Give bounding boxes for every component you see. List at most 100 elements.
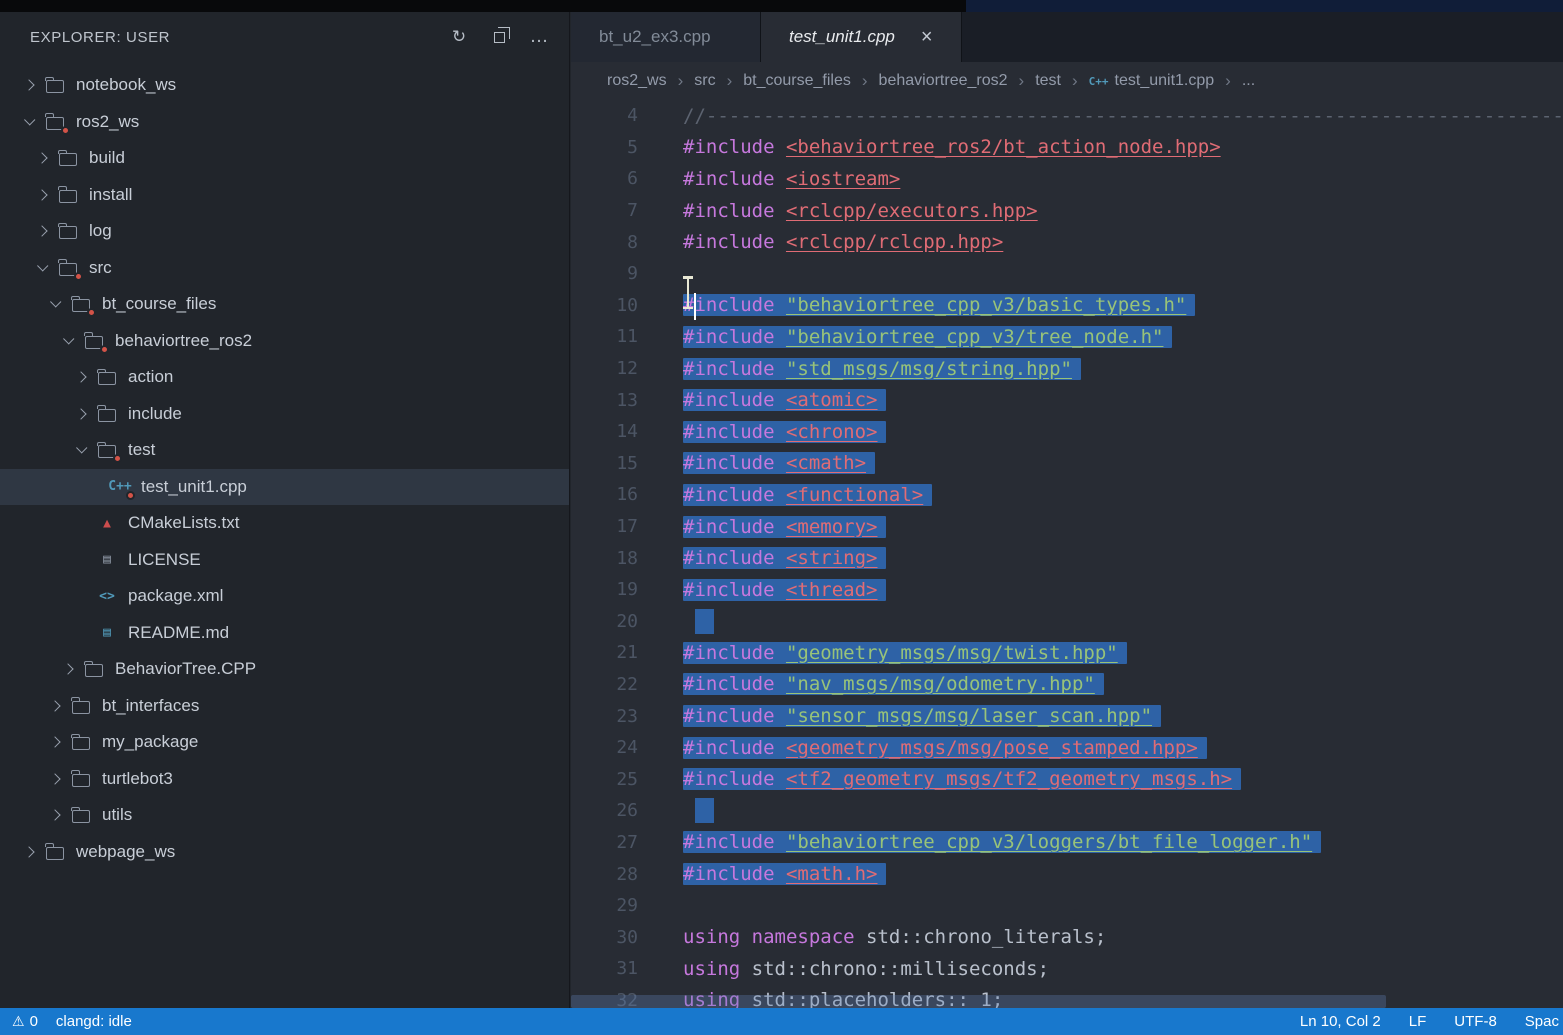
code-line-9[interactable]: 9 (571, 258, 1563, 290)
tab-bt_u2_ex3.cpp[interactable]: bt_u2_ex3.cpp (571, 12, 761, 62)
clangd-status[interactable]: clangd: idle (56, 1013, 132, 1030)
more-actions-icon[interactable]: … (525, 24, 553, 50)
code-line-29[interactable]: 29 (571, 890, 1563, 922)
breadcrumb-item-bt_course_files[interactable]: bt_course_files (743, 72, 851, 90)
tree-item-log[interactable]: log (0, 213, 569, 250)
tree-item-src[interactable]: src (0, 250, 569, 287)
chevron-right-icon[interactable] (29, 148, 55, 168)
tree-item-include[interactable]: include (0, 396, 569, 433)
close-icon[interactable]: × (921, 27, 933, 47)
code-line-10[interactable]: 10#include "behaviortree_cpp_v3/basic_ty… (571, 290, 1563, 322)
breadcrumb-item-test[interactable]: test (1035, 72, 1061, 90)
code-line-6[interactable]: 6#include <iostream> (571, 163, 1563, 195)
breadcrumb-item-...[interactable]: ... (1242, 72, 1255, 90)
tree-item-install[interactable]: install (0, 177, 569, 214)
chevron-right-icon[interactable] (55, 659, 81, 679)
token (775, 579, 786, 601)
code-line-14[interactable]: 14#include <chrono> (571, 416, 1563, 448)
chevron-right-icon[interactable] (29, 221, 55, 241)
code-line-4[interactable]: 4//-------------------------------------… (571, 100, 1563, 132)
tree-item-CMakeLists.txt[interactable]: ▲CMakeLists.txt (0, 505, 569, 542)
token: "nav_msgs/msg/odometry.hpp" (786, 673, 1095, 695)
tree-item-label: LICENSE (128, 550, 201, 570)
code-line-13[interactable]: 13#include <atomic> (571, 384, 1563, 416)
code-line-27[interactable]: 27#include "behaviortree_cpp_v3/loggers/… (571, 827, 1563, 859)
code-line-5[interactable]: 5#include <behaviortree_ros2/bt_action_n… (571, 132, 1563, 164)
tree-item-utils[interactable]: utils (0, 797, 569, 834)
code-line-19[interactable]: 19#include <thread> (571, 574, 1563, 606)
tree-item-bt_course_files[interactable]: bt_course_files (0, 286, 569, 323)
code-line-24[interactable]: 24#include <geometry_msgs/msg/pose_stamp… (571, 732, 1563, 764)
code-line-18[interactable]: 18#include <string> (571, 542, 1563, 574)
code-line-21[interactable]: 21#include "geometry_msgs/msg/twist.hpp" (571, 637, 1563, 669)
chevron-right-icon[interactable] (16, 842, 42, 862)
line-number: 30 (571, 927, 638, 948)
tree-item-LICENSE[interactable]: ▤LICENSE (0, 542, 569, 579)
token: #include (683, 516, 775, 538)
chevron-right-icon[interactable] (42, 805, 68, 825)
chevron-right-icon[interactable] (42, 769, 68, 789)
tree-item-ros2_ws[interactable]: ros2_ws (0, 104, 569, 141)
chevron-down-icon[interactable] (55, 331, 81, 351)
tree-item-README.md[interactable]: ▤README.md (0, 615, 569, 652)
chevron-down-icon[interactable] (16, 112, 42, 132)
chevron-right-icon[interactable] (68, 404, 94, 424)
breadcrumb-item-test_unit1.cpp[interactable]: C++test_unit1.cpp (1089, 72, 1215, 90)
tree-item-build[interactable]: build (0, 140, 569, 177)
folder-glyph (46, 847, 64, 860)
code-line-28[interactable]: 28#include <math.h> (571, 858, 1563, 890)
token: #include (683, 421, 775, 443)
tree-item-BehaviorTree.CPP[interactable]: BehaviorTree.CPP (0, 651, 569, 688)
tree-item-behaviortree_ros2[interactable]: behaviortree_ros2 (0, 323, 569, 360)
code-line-15[interactable]: 15#include <cmath> (571, 448, 1563, 480)
code-line-16[interactable]: 16#include <functional> (571, 479, 1563, 511)
tree-item-my_package[interactable]: my_package (0, 724, 569, 761)
chevron-right-icon[interactable] (42, 732, 68, 752)
code-line-25[interactable]: 25#include <tf2_geometry_msgs/tf2_geomet… (571, 763, 1563, 795)
line-number: 27 (571, 832, 638, 853)
code-line-31[interactable]: 31using std::chrono::milliseconds; (571, 953, 1563, 985)
code-lines[interactable]: 4//-------------------------------------… (571, 100, 1563, 1008)
code-line-26[interactable]: 26 (571, 795, 1563, 827)
code-line-11[interactable]: 11#include "behaviortree_cpp_v3/tree_nod… (571, 321, 1563, 353)
problems-indicator[interactable]: ⚠ 0 (12, 1013, 38, 1030)
tree-item-test[interactable]: test (0, 432, 569, 469)
code-line-23[interactable]: 23#include "sensor_msgs/msg/laser_scan.h… (571, 700, 1563, 732)
token (775, 168, 786, 190)
chevron-down-icon[interactable] (29, 258, 55, 278)
breadcrumb-item-behaviortree_ros2[interactable]: behaviortree_ros2 (879, 72, 1008, 90)
code-line-22[interactable]: 22#include "nav_msgs/msg/odometry.hpp" (571, 669, 1563, 701)
code-line-17[interactable]: 17#include <memory> (571, 511, 1563, 543)
problems-count: 0 (30, 1013, 38, 1030)
code-line-8[interactable]: 8#include <rclcpp/rclcpp.hpp> (571, 226, 1563, 258)
chevron-right-icon[interactable] (29, 185, 55, 205)
tree-item-webpage_ws[interactable]: webpage_ws (0, 834, 569, 871)
code-line-20[interactable]: 20 (571, 606, 1563, 638)
indentation-indicator[interactable]: Spac (1525, 1013, 1559, 1030)
chevron-right-icon[interactable] (68, 367, 94, 387)
horizontal-scrollbar[interactable] (571, 995, 1386, 1008)
tree-item-notebook_ws[interactable]: notebook_ws (0, 67, 569, 104)
tree-item-package.xml[interactable]: <>package.xml (0, 578, 569, 615)
chevron-right-icon[interactable] (42, 696, 68, 716)
chevron-down-icon[interactable] (42, 294, 68, 314)
line-content: #include "geometry_msgs/msg/twist.hpp" (683, 642, 1127, 664)
cursor-position-indicator[interactable]: Ln 10, Col 2 (1300, 1013, 1381, 1030)
encoding-indicator[interactable]: UTF-8 (1454, 1013, 1497, 1030)
tree-item-turtlebot3[interactable]: turtlebot3 (0, 761, 569, 798)
code-line-12[interactable]: 12#include "std_msgs/msg/string.hpp" (571, 353, 1563, 385)
tree-item-test_unit1.cpp[interactable]: C++test_unit1.cpp (0, 469, 569, 506)
tree-item-action[interactable]: action (0, 359, 569, 396)
breadcrumb-item-src[interactable]: src (694, 72, 715, 90)
tree-item-bt_interfaces[interactable]: bt_interfaces (0, 688, 569, 725)
chevron-right-icon[interactable] (16, 75, 42, 95)
breadcrumb-item-ros2_ws[interactable]: ros2_ws (607, 72, 667, 90)
code-line-7[interactable]: 7#include <rclcpp/executors.hpp> (571, 195, 1563, 227)
chevron-down-icon[interactable] (68, 440, 94, 460)
token (775, 200, 786, 222)
collapse-folders-icon[interactable] (485, 24, 513, 50)
tab-test_unit1.cpp[interactable]: test_unit1.cpp× (761, 12, 962, 62)
eol-indicator[interactable]: LF (1409, 1013, 1427, 1030)
code-line-30[interactable]: 30using namespace std::chrono_literals; (571, 921, 1563, 953)
refresh-icon[interactable]: ↻ (445, 24, 473, 50)
